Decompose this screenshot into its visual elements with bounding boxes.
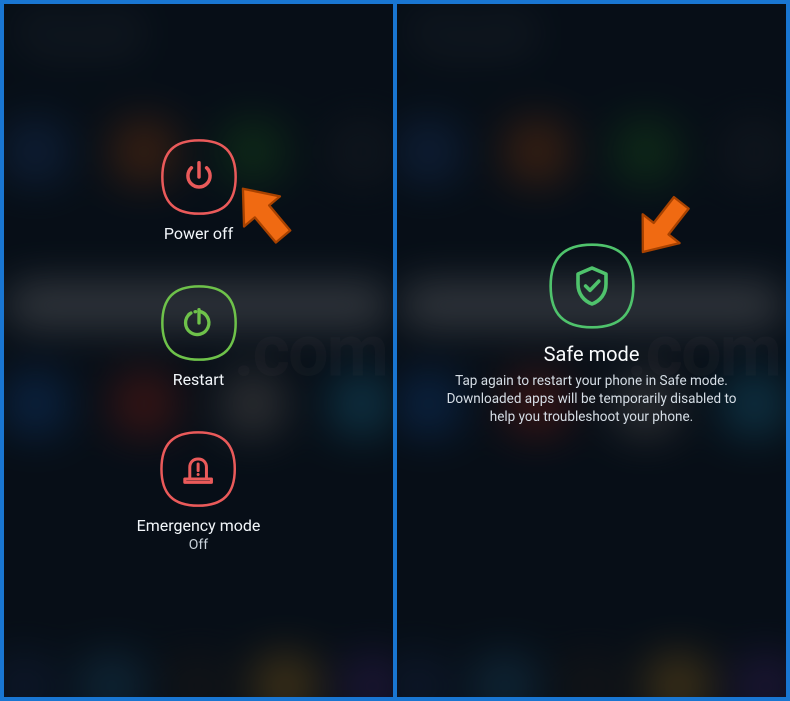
screenshot-safe-mode: 15:41 .com [397, 4, 786, 697]
safe-mode-option[interactable]: Safe mode Tap again to restart your phon… [432, 242, 752, 427]
shield-check-icon [568, 262, 616, 310]
screenshot-power-menu: 15:41 .com [4, 4, 393, 697]
pointer-arrow-safemode [625, 186, 703, 264]
safe-mode-title: Safe mode [544, 342, 640, 366]
tutorial-frame: 15:41 .com [0, 0, 790, 701]
restart-icon [179, 303, 219, 343]
safe-mode-button[interactable] [548, 242, 636, 330]
emergency-button[interactable] [159, 430, 237, 508]
restart-label: Restart [173, 370, 225, 389]
restart-button[interactable] [160, 284, 238, 362]
pointer-arrow-poweroff [226, 176, 304, 254]
restart-option[interactable]: Restart [160, 284, 238, 389]
power-icon [180, 158, 218, 196]
emergency-state: Off [189, 537, 208, 553]
safe-mode-description: Tap again to restart your phone in Safe … [432, 372, 752, 427]
emergency-label: Emergency mode [137, 516, 261, 535]
emergency-option[interactable]: Emergency mode Off [137, 430, 261, 553]
power-off-label: Power off [164, 224, 233, 243]
emergency-icon [178, 449, 218, 489]
